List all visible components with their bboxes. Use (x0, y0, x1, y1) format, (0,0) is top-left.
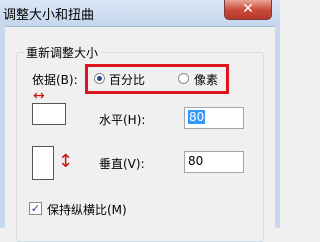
keep-ratio-checkbox[interactable]: ✓ (29, 202, 42, 215)
vertical-label: 垂直(V): (99, 157, 145, 171)
horizontal-label: 水平(H): (99, 113, 146, 127)
pixel-radio[interactable] (178, 73, 189, 84)
window-title: 调整大小和扭曲 (3, 8, 95, 23)
basis-label: 依据(B): (32, 73, 78, 87)
vertical-input-value: 80 (188, 154, 204, 168)
vertical-input[interactable]: 80 (184, 151, 244, 173)
close-button[interactable]: ✕ (224, 0, 272, 20)
window-frame-right (275, 26, 280, 228)
title-bar[interactable]: 调整大小和扭曲 ✕ (0, 0, 280, 27)
horizontal-resize-icon (32, 103, 66, 125)
percent-radio[interactable] (94, 73, 105, 84)
horizontal-input[interactable]: 80 (184, 107, 244, 129)
resize-group-label: 重新调整大小 (24, 44, 101, 61)
horizontal-input-value: 80 (188, 110, 206, 124)
vertical-resize-icon (32, 146, 54, 180)
pixel-radio-label[interactable]: 像素 (194, 71, 218, 88)
close-icon: ✕ (242, 1, 254, 17)
percent-radio-label[interactable]: 百分比 (109, 71, 145, 88)
window-frame-left (0, 26, 5, 228)
keep-ratio-label[interactable]: 保持纵横比(M) (47, 201, 127, 218)
vertical-arrow-icon: ↕ (58, 151, 74, 172)
horizontal-arrow-icon: ↔ (33, 88, 45, 104)
